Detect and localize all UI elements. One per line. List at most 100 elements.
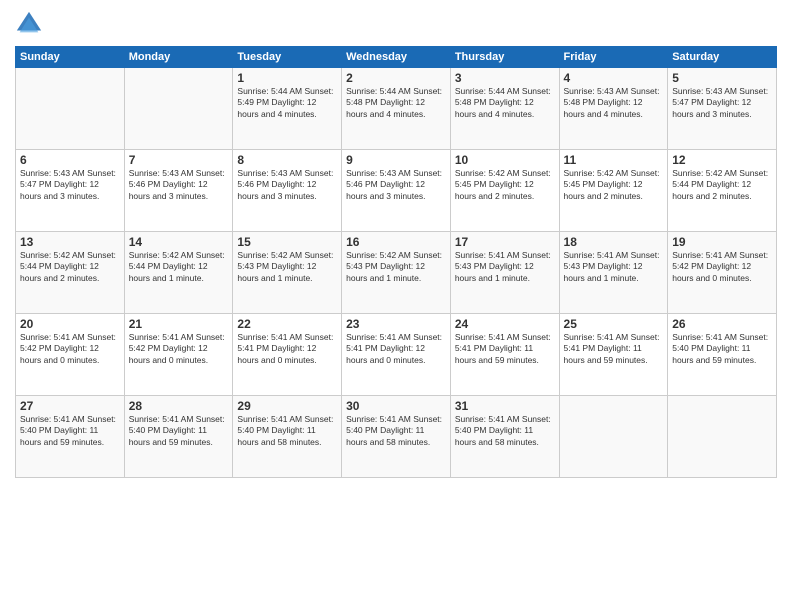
day-number: 8 xyxy=(237,153,337,167)
calendar-cell: 20Sunrise: 5:41 AM Sunset: 5:42 PM Dayli… xyxy=(16,314,125,396)
day-number: 1 xyxy=(237,71,337,85)
calendar-cell: 21Sunrise: 5:41 AM Sunset: 5:42 PM Dayli… xyxy=(124,314,233,396)
week-row-2: 6Sunrise: 5:43 AM Sunset: 5:47 PM Daylig… xyxy=(16,150,777,232)
day-info: Sunrise: 5:44 AM Sunset: 5:48 PM Dayligh… xyxy=(346,86,446,120)
col-header-friday: Friday xyxy=(559,47,668,68)
logo xyxy=(15,10,47,38)
calendar-table: SundayMondayTuesdayWednesdayThursdayFrid… xyxy=(15,46,777,478)
week-row-3: 13 Sunrise: 5:42 AM Sunset: 5:44 PM Dayli… xyxy=(16,232,777,314)
day-info: Sunrise: 5:41 AM Sunset: 5:40 PM Dayligh… xyxy=(672,332,772,366)
calendar-cell xyxy=(668,396,777,478)
day-number: 16 xyxy=(346,235,446,249)
day-number: 26 xyxy=(672,317,772,331)
day-number: 19 xyxy=(672,235,772,249)
day-info: Sunrise: 5:41 AM Sunset: 5:41 PM Dayligh… xyxy=(564,332,664,366)
day-info: Sunrise: 5:42 AM Sunset: 5:43 PM Dayligh… xyxy=(346,250,446,284)
calendar-cell xyxy=(559,396,668,478)
calendar-cell: 8Sunrise: 5:43 AM Sunset: 5:46 PM Daylig… xyxy=(233,150,342,232)
day-number: 11 xyxy=(564,153,664,167)
calendar-cell xyxy=(16,68,125,150)
calendar-cell: 9Sunrise: 5:43 AM Sunset: 5:46 PM Daylig… xyxy=(342,150,451,232)
day-number: 31 xyxy=(455,399,555,413)
calendar-cell: 15Sunrise: 5:42 AM Sunset: 5:43 PM Dayli… xyxy=(233,232,342,314)
calendar-cell: 2Sunrise: 5:44 AM Sunset: 5:48 PM Daylig… xyxy=(342,68,451,150)
page-container: SundayMondayTuesdayWednesdayThursdayFrid… xyxy=(0,0,792,612)
col-header-wednesday: Wednesday xyxy=(342,47,451,68)
day-info: Sunrise: 5:41 AM Sunset: 5:40 PM Dayligh… xyxy=(237,414,337,448)
day-info: Sunrise: 5:41 AM Sunset: 5:40 PM Dayligh… xyxy=(129,414,229,448)
day-number: 12 xyxy=(672,153,772,167)
calendar-cell: 1Sunrise: 5:44 AM Sunset: 5:49 PM Daylig… xyxy=(233,68,342,150)
day-info: Sunrise: 5:41 AM Sunset: 5:42 PM Dayligh… xyxy=(129,332,229,366)
col-header-monday: Monday xyxy=(124,47,233,68)
calendar-cell: 25Sunrise: 5:41 AM Sunset: 5:41 PM Dayli… xyxy=(559,314,668,396)
logo-icon xyxy=(15,10,43,38)
calendar-cell: 19Sunrise: 5:41 AM Sunset: 5:42 PM Dayli… xyxy=(668,232,777,314)
day-number: 13 xyxy=(20,235,120,249)
calendar-cell: 27Sunrise: 5:41 AM Sunset: 5:40 PM Dayli… xyxy=(16,396,125,478)
calendar-cell: 24Sunrise: 5:41 AM Sunset: 5:41 PM Dayli… xyxy=(450,314,559,396)
day-number: 10 xyxy=(455,153,555,167)
day-info: Sunrise: 5:41 AM Sunset: 5:41 PM Dayligh… xyxy=(237,332,337,366)
day-info: Sunrise: 5:42 AM Sunset: 5:44 PM Dayligh… xyxy=(129,250,229,284)
day-info: Sunrise: 5:43 AM Sunset: 5:46 PM Dayligh… xyxy=(129,168,229,202)
day-number: 18 xyxy=(564,235,664,249)
day-info: Sunrise: 5:43 AM Sunset: 5:48 PM Dayligh… xyxy=(564,86,664,120)
day-info: Sunrise: 5:41 AM Sunset: 5:41 PM Dayligh… xyxy=(346,332,446,366)
day-info: Sunrise: 5:41 AM Sunset: 5:42 PM Dayligh… xyxy=(672,250,772,284)
day-number: 21 xyxy=(129,317,229,331)
day-info: Sunrise: 5:42 AM Sunset: 5:45 PM Dayligh… xyxy=(455,168,555,202)
day-number: 5 xyxy=(672,71,772,85)
calendar-cell: 18Sunrise: 5:41 AM Sunset: 5:43 PM Dayli… xyxy=(559,232,668,314)
day-info: Sunrise: 5:41 AM Sunset: 5:40 PM Dayligh… xyxy=(20,414,120,448)
day-info: Sunrise: 5:41 AM Sunset: 5:40 PM Dayligh… xyxy=(455,414,555,448)
day-number: 17 xyxy=(455,235,555,249)
day-info: Sunrise: 5:41 AM Sunset: 5:43 PM Dayligh… xyxy=(455,250,555,284)
calendar-header-row: SundayMondayTuesdayWednesdayThursdayFrid… xyxy=(16,47,777,68)
day-number: 9 xyxy=(346,153,446,167)
day-info: Sunrise: 5:42 AM Sunset: 5:44 PM Dayligh… xyxy=(672,168,772,202)
col-header-thursday: Thursday xyxy=(450,47,559,68)
week-row-1: 1Sunrise: 5:44 AM Sunset: 5:49 PM Daylig… xyxy=(16,68,777,150)
day-info: Sunrise: 5:43 AM Sunset: 5:46 PM Dayligh… xyxy=(237,168,337,202)
day-number: 15 xyxy=(237,235,337,249)
day-info: Sunrise: 5:42 AM Sunset: 5:45 PM Dayligh… xyxy=(564,168,664,202)
calendar-cell: 23Sunrise: 5:41 AM Sunset: 5:41 PM Dayli… xyxy=(342,314,451,396)
calendar-cell: 26Sunrise: 5:41 AM Sunset: 5:40 PM Dayli… xyxy=(668,314,777,396)
calendar-cell: 30Sunrise: 5:41 AM Sunset: 5:40 PM Dayli… xyxy=(342,396,451,478)
day-info: Sunrise: 5:41 AM Sunset: 5:42 PM Dayligh… xyxy=(20,332,120,366)
calendar-cell: 10Sunrise: 5:42 AM Sunset: 5:45 PM Dayli… xyxy=(450,150,559,232)
day-info: Sunrise: 5:42 AM Sunset: 5:43 PM Dayligh… xyxy=(237,250,337,284)
calendar-cell: 28Sunrise: 5:41 AM Sunset: 5:40 PM Dayli… xyxy=(124,396,233,478)
day-info: Sunrise: 5:41 AM Sunset: 5:40 PM Dayligh… xyxy=(346,414,446,448)
calendar-cell: 17Sunrise: 5:41 AM Sunset: 5:43 PM Dayli… xyxy=(450,232,559,314)
calendar-cell: 5Sunrise: 5:43 AM Sunset: 5:47 PM Daylig… xyxy=(668,68,777,150)
calendar-cell: 4Sunrise: 5:43 AM Sunset: 5:48 PM Daylig… xyxy=(559,68,668,150)
calendar-cell: 31Sunrise: 5:41 AM Sunset: 5:40 PM Dayli… xyxy=(450,396,559,478)
calendar-cell: 29Sunrise: 5:41 AM Sunset: 5:40 PM Dayli… xyxy=(233,396,342,478)
calendar-cell: 22Sunrise: 5:41 AM Sunset: 5:41 PM Dayli… xyxy=(233,314,342,396)
day-info: Sunrise: 5:43 AM Sunset: 5:47 PM Dayligh… xyxy=(20,168,120,202)
calendar-cell: 3Sunrise: 5:44 AM Sunset: 5:48 PM Daylig… xyxy=(450,68,559,150)
day-number: 24 xyxy=(455,317,555,331)
calendar-cell: 7Sunrise: 5:43 AM Sunset: 5:46 PM Daylig… xyxy=(124,150,233,232)
calendar-cell: 16Sunrise: 5:42 AM Sunset: 5:43 PM Dayli… xyxy=(342,232,451,314)
col-header-tuesday: Tuesday xyxy=(233,47,342,68)
day-number: 22 xyxy=(237,317,337,331)
day-number: 14 xyxy=(129,235,229,249)
day-info: Sunrise: 5:43 AM Sunset: 5:46 PM Dayligh… xyxy=(346,168,446,202)
day-info: Sunrise: 5:41 AM Sunset: 5:41 PM Dayligh… xyxy=(455,332,555,366)
day-number: 28 xyxy=(129,399,229,413)
day-number: 29 xyxy=(237,399,337,413)
calendar-cell: 14Sunrise: 5:42 AM Sunset: 5:44 PM Dayli… xyxy=(124,232,233,314)
calendar-cell: 6Sunrise: 5:43 AM Sunset: 5:47 PM Daylig… xyxy=(16,150,125,232)
day-number: 20 xyxy=(20,317,120,331)
calendar-cell xyxy=(124,68,233,150)
day-number: 2 xyxy=(346,71,446,85)
week-row-5: 27Sunrise: 5:41 AM Sunset: 5:40 PM Dayli… xyxy=(16,396,777,478)
page-header xyxy=(15,10,777,38)
day-number: 25 xyxy=(564,317,664,331)
col-header-saturday: Saturday xyxy=(668,47,777,68)
day-info: Sunrise: 5:44 AM Sunset: 5:48 PM Dayligh… xyxy=(455,86,555,120)
day-info: Sunrise: 5:44 AM Sunset: 5:49 PM Dayligh… xyxy=(237,86,337,120)
